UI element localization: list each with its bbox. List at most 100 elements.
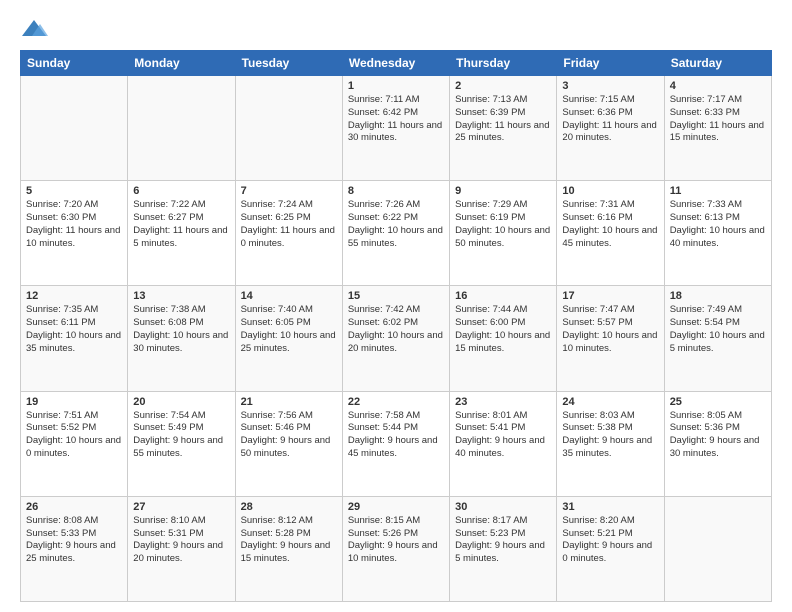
calendar-cell	[664, 496, 771, 601]
weekday-monday: Monday	[128, 51, 235, 76]
day-number: 5	[26, 185, 122, 197]
day-info: Sunrise: 7:54 AM Sunset: 5:49 PM Dayligh…	[133, 410, 229, 461]
calendar-cell	[235, 76, 342, 181]
calendar-cell: 16 Sunrise: 7:44 AM Sunset: 6:00 PM Dayli…	[450, 286, 557, 391]
day-info: Sunrise: 8:12 AM Sunset: 5:28 PM Dayligh…	[241, 515, 337, 566]
weekday-sunday: Sunday	[21, 51, 128, 76]
day-number: 26	[26, 501, 122, 513]
day-info: Sunrise: 8:08 AM Sunset: 5:33 PM Dayligh…	[26, 515, 122, 566]
calendar-cell: 10Sunrise: 7:31 AM Sunset: 6:16 PM Dayli…	[557, 181, 664, 286]
day-number: 21	[241, 396, 337, 408]
day-info: Sunrise: 7:58 AM Sunset: 5:44 PM Dayligh…	[348, 410, 444, 461]
day-info: Sunrise: 7:47 AM Sunset: 5:57 PM Dayligh…	[562, 304, 658, 355]
day-number: 3	[562, 80, 658, 92]
day-info: Sunrise: 7:40 AM Sunset: 6:05 PM Dayligh…	[241, 304, 337, 355]
day-number: 6	[133, 185, 229, 197]
calendar-cell: 8Sunrise: 7:26 AM Sunset: 6:22 PM Daylig…	[342, 181, 449, 286]
calendar-cell: 12 Sunrise: 7:35 AM Sunset: 6:11 PM Dayli…	[21, 286, 128, 391]
calendar-cell: 30Sunrise: 8:17 AM Sunset: 5:23 PM Dayli…	[450, 496, 557, 601]
day-number: 14	[241, 290, 337, 302]
header	[20, 18, 772, 40]
day-number: 1	[348, 80, 444, 92]
calendar-cell: 7Sunrise: 7:24 AM Sunset: 6:25 PM Daylig…	[235, 181, 342, 286]
calendar-cell: 6Sunrise: 7:22 AM Sunset: 6:27 PM Daylig…	[128, 181, 235, 286]
week-row-1: 1 Sunrise: 7:11 AM Sunset: 6:42 PM Daylig…	[21, 76, 772, 181]
day-number: 10	[562, 185, 658, 197]
calendar-cell	[128, 76, 235, 181]
day-number: 20	[133, 396, 229, 408]
day-info: Sunrise: 7:44 AM Sunset: 6:00 PM Dayligh…	[455, 304, 551, 355]
day-number: 12	[26, 290, 122, 302]
calendar-cell: 18Sunrise: 7:49 AM Sunset: 5:54 PM Dayli…	[664, 286, 771, 391]
calendar-cell: 25Sunrise: 8:05 AM Sunset: 5:36 PM Dayli…	[664, 391, 771, 496]
calendar-cell: 22 Sunrise: 7:58 AM Sunset: 5:44 PM Dayli…	[342, 391, 449, 496]
week-row-5: 26 Sunrise: 8:08 AM Sunset: 5:33 PM Dayli…	[21, 496, 772, 601]
calendar-cell: 5 Sunrise: 7:20 AM Sunset: 6:30 PM Daylig…	[21, 181, 128, 286]
day-number: 17	[562, 290, 658, 302]
day-number: 31	[562, 501, 658, 513]
day-info: Sunrise: 7:17 AM Sunset: 6:33 PM Dayligh…	[670, 94, 766, 145]
calendar-cell: 4 Sunrise: 7:17 AM Sunset: 6:33 PM Daylig…	[664, 76, 771, 181]
day-number: 11	[670, 185, 766, 197]
weekday-thursday: Thursday	[450, 51, 557, 76]
day-number: 27	[133, 501, 229, 513]
day-number: 15	[348, 290, 444, 302]
calendar-cell: 29 Sunrise: 8:15 AM Sunset: 5:26 PM Dayli…	[342, 496, 449, 601]
week-row-2: 5 Sunrise: 7:20 AM Sunset: 6:30 PM Daylig…	[21, 181, 772, 286]
day-info: Sunrise: 7:51 AM Sunset: 5:52 PM Dayligh…	[26, 410, 122, 461]
calendar-cell: 31 Sunrise: 8:20 AM Sunset: 5:21 PM Dayli…	[557, 496, 664, 601]
calendar-cell: 20 Sunrise: 7:54 AM Sunset: 5:49 PM Dayli…	[128, 391, 235, 496]
day-info: Sunrise: 7:38 AM Sunset: 6:08 PM Dayligh…	[133, 304, 229, 355]
day-number: 30	[455, 501, 551, 513]
weekday-header-row: SundayMondayTuesdayWednesdayThursdayFrid…	[21, 51, 772, 76]
day-number: 2	[455, 80, 551, 92]
calendar-cell: 3Sunrise: 7:15 AM Sunset: 6:36 PM Daylig…	[557, 76, 664, 181]
week-row-4: 19 Sunrise: 7:51 AM Sunset: 5:52 PM Dayli…	[21, 391, 772, 496]
day-number: 28	[241, 501, 337, 513]
day-info: Sunrise: 7:13 AM Sunset: 6:39 PM Dayligh…	[455, 94, 551, 145]
day-info: Sunrise: 8:20 AM Sunset: 5:21 PM Dayligh…	[562, 515, 658, 566]
calendar-cell: 26 Sunrise: 8:08 AM Sunset: 5:33 PM Dayli…	[21, 496, 128, 601]
day-info: Sunrise: 8:10 AM Sunset: 5:31 PM Dayligh…	[133, 515, 229, 566]
day-info: Sunrise: 7:29 AM Sunset: 6:19 PM Dayligh…	[455, 199, 551, 250]
calendar-cell: 1 Sunrise: 7:11 AM Sunset: 6:42 PM Daylig…	[342, 76, 449, 181]
calendar-cell	[21, 76, 128, 181]
calendar-cell: 2 Sunrise: 7:13 AM Sunset: 6:39 PM Daylig…	[450, 76, 557, 181]
day-info: Sunrise: 8:03 AM Sunset: 5:38 PM Dayligh…	[562, 410, 658, 461]
calendar-cell: 13 Sunrise: 7:38 AM Sunset: 6:08 PM Dayli…	[128, 286, 235, 391]
day-info: Sunrise: 7:26 AM Sunset: 6:22 PM Dayligh…	[348, 199, 444, 250]
day-number: 4	[670, 80, 766, 92]
weekday-tuesday: Tuesday	[235, 51, 342, 76]
day-number: 29	[348, 501, 444, 513]
calendar-table: SundayMondayTuesdayWednesdayThursdayFrid…	[20, 50, 772, 602]
day-number: 9	[455, 185, 551, 197]
day-info: Sunrise: 7:49 AM Sunset: 5:54 PM Dayligh…	[670, 304, 766, 355]
day-info: Sunrise: 7:35 AM Sunset: 6:11 PM Dayligh…	[26, 304, 122, 355]
day-info: Sunrise: 8:01 AM Sunset: 5:41 PM Dayligh…	[455, 410, 551, 461]
logo	[20, 18, 50, 40]
calendar-cell: 21Sunrise: 7:56 AM Sunset: 5:46 PM Dayli…	[235, 391, 342, 496]
week-row-3: 12 Sunrise: 7:35 AM Sunset: 6:11 PM Dayli…	[21, 286, 772, 391]
day-number: 19	[26, 396, 122, 408]
day-info: Sunrise: 8:15 AM Sunset: 5:26 PM Dayligh…	[348, 515, 444, 566]
day-number: 16	[455, 290, 551, 302]
day-info: Sunrise: 7:33 AM Sunset: 6:13 PM Dayligh…	[670, 199, 766, 250]
calendar-cell: 28 Sunrise: 8:12 AM Sunset: 5:28 PM Dayli…	[235, 496, 342, 601]
day-number: 7	[241, 185, 337, 197]
calendar-cell: 14 Sunrise: 7:40 AM Sunset: 6:05 PM Dayli…	[235, 286, 342, 391]
day-number: 24	[562, 396, 658, 408]
day-info: Sunrise: 7:20 AM Sunset: 6:30 PM Dayligh…	[26, 199, 122, 250]
day-number: 22	[348, 396, 444, 408]
calendar-cell: 9 Sunrise: 7:29 AM Sunset: 6:19 PM Daylig…	[450, 181, 557, 286]
calendar-cell: 17 Sunrise: 7:47 AM Sunset: 5:57 PM Dayli…	[557, 286, 664, 391]
calendar-cell: 15 Sunrise: 7:42 AM Sunset: 6:02 PM Dayli…	[342, 286, 449, 391]
weekday-saturday: Saturday	[664, 51, 771, 76]
day-info: Sunrise: 7:42 AM Sunset: 6:02 PM Dayligh…	[348, 304, 444, 355]
calendar-cell: 11 Sunrise: 7:33 AM Sunset: 6:13 PM Dayli…	[664, 181, 771, 286]
calendar-cell: 24 Sunrise: 8:03 AM Sunset: 5:38 PM Dayli…	[557, 391, 664, 496]
calendar-cell: 19 Sunrise: 7:51 AM Sunset: 5:52 PM Dayli…	[21, 391, 128, 496]
day-info: Sunrise: 8:05 AM Sunset: 5:36 PM Dayligh…	[670, 410, 766, 461]
day-number: 13	[133, 290, 229, 302]
day-info: Sunrise: 7:11 AM Sunset: 6:42 PM Dayligh…	[348, 94, 444, 145]
page: SundayMondayTuesdayWednesdayThursdayFrid…	[0, 0, 792, 612]
